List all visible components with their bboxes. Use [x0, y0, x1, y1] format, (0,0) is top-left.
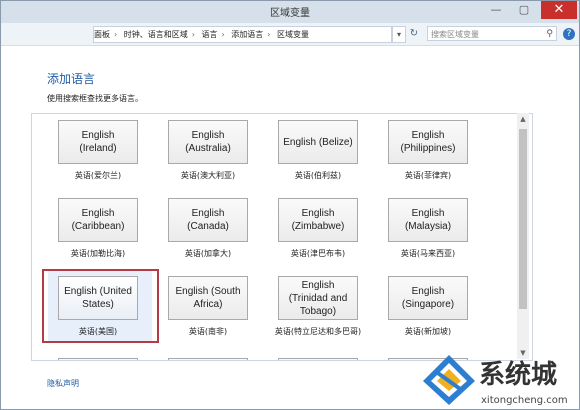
- language-tile[interactable]: English (Malaysia) 英语(马来西亚): [378, 192, 482, 264]
- breadcrumb-item[interactable]: 添加语言: [231, 30, 263, 39]
- breadcrumb-separator: ›: [267, 30, 271, 39]
- vertical-scrollbar[interactable]: ▲ ▼: [517, 113, 529, 359]
- language-tile-label[interactable]: English (Belize): [278, 120, 358, 164]
- language-tile-face[interactable]: [58, 358, 138, 360]
- language-tile-label[interactable]: English (South Africa): [168, 276, 248, 320]
- language-tile[interactable]: English (Zimbabwe) 英语(津巴布韦): [268, 192, 372, 264]
- language-tile-face[interactable]: [168, 358, 248, 360]
- breadcrumb-item[interactable]: 面板: [94, 30, 110, 39]
- watermark-logo: 系统城 xitongcheng.com: [419, 351, 579, 409]
- language-tile-caption: 英语(南非): [188, 327, 228, 336]
- search-icon[interactable]: ⚲: [546, 27, 553, 42]
- breadcrumb-separator: ›: [191, 30, 195, 39]
- language-tile-caption: 英语(菲律宾): [404, 171, 452, 180]
- selection-highlight: [42, 269, 159, 343]
- watermark-logo-icon: [423, 355, 475, 405]
- language-tile[interactable]: English (Belize) 英语(伯利兹): [268, 114, 372, 186]
- language-tile-label[interactable]: English (Zimbabwe): [278, 198, 358, 242]
- search-placeholder: 搜索区域变量: [431, 30, 479, 39]
- language-tile-caption: 英语(伯利兹): [294, 171, 342, 180]
- watermark-wordmark: 系统城 xitongcheng.com: [479, 359, 568, 406]
- language-tile-label[interactable]: English (Malaysia): [388, 198, 468, 242]
- svg-text:xitongcheng.com: xitongcheng.com: [481, 395, 568, 406]
- language-tile-partial[interactable]: [158, 352, 262, 360]
- breadcrumb-separator: ›: [221, 30, 225, 39]
- privacy-statement-link[interactable]: 隐私声明: [47, 378, 79, 389]
- language-tile-caption: 英语(爱尔兰): [74, 171, 122, 180]
- language-tile-label[interactable]: English (Caribbean): [58, 198, 138, 242]
- language-tile-caption: 英语(澳大利亚): [180, 171, 236, 180]
- language-tile-caption: 英语(新加坡): [404, 327, 452, 336]
- language-tile[interactable]: English (Singapore) 英语(新加坡): [378, 270, 482, 342]
- breadcrumb-item[interactable]: 时钟、语言和区域: [124, 30, 188, 39]
- breadcrumb-item[interactable]: 语言: [202, 30, 218, 39]
- address-history-dropdown[interactable]: ▾: [392, 26, 406, 43]
- maximize-button[interactable]: ▢: [511, 1, 537, 19]
- language-tile[interactable]: English (Philippines) 英语(菲律宾): [378, 114, 482, 186]
- svg-text:系统城: 系统城: [479, 359, 557, 390]
- refresh-icon[interactable]: ↻: [407, 26, 421, 41]
- language-tile-caption: 英语(津巴布韦): [290, 249, 346, 258]
- language-tile[interactable]: English (Canada) 英语(加拿大): [158, 192, 262, 264]
- language-tile-partial[interactable]: [268, 352, 372, 360]
- language-tile-partial[interactable]: [48, 352, 152, 360]
- language-tile-label[interactable]: English (Singapore): [388, 276, 468, 320]
- language-tile-caption: 英语(马来西亚): [400, 249, 456, 258]
- close-button[interactable]: ✕: [541, 1, 577, 19]
- language-tile[interactable]: English (Ireland) 英语(爱尔兰): [48, 114, 152, 186]
- scrollbar-thumb[interactable]: [519, 129, 527, 309]
- language-tile-label[interactable]: English (Australia): [168, 120, 248, 164]
- language-tile-label[interactable]: English (Trinidad and Tobago): [278, 276, 358, 320]
- language-tile-label[interactable]: English (Ireland): [58, 120, 138, 164]
- search-input[interactable]: 搜索区域变量 ⚲: [427, 26, 557, 41]
- language-tile-caption: 英语(加勒比海): [70, 249, 126, 258]
- language-tile[interactable]: English (Australia) 英语(澳大利亚): [158, 114, 262, 186]
- help-icon[interactable]: ?: [563, 28, 575, 40]
- title-bar: 区域变量 — ▢ ✕: [1, 1, 579, 23]
- address-bar: 面板 › 时钟、语言和区域 › 语言 › 添加语言 › 区域变量 ▾ ↻ 搜索区域变量 …: [1, 23, 579, 46]
- language-tile-caption: 英语(加拿大): [184, 249, 232, 258]
- language-tile-caption: 英语(特立尼达和多巴哥): [274, 327, 362, 336]
- language-tile-face[interactable]: [278, 358, 358, 360]
- breadcrumb[interactable]: 面板 › 时钟、语言和区域 › 语言 › 添加语言 › 区域变量: [93, 26, 392, 43]
- language-tile[interactable]: English (Trinidad and Tobago) 英语(特立尼达和多巴…: [268, 270, 372, 342]
- breadcrumb-separator: ›: [114, 30, 118, 39]
- scroll-up-icon[interactable]: ▲: [517, 115, 529, 123]
- language-tile[interactable]: English (Caribbean) 英语(加勒比海): [48, 192, 152, 264]
- breadcrumb-item[interactable]: 区域变量: [277, 30, 309, 39]
- page-subtitle: 使用搜索框查找更多语言。: [47, 94, 143, 103]
- language-tile-label[interactable]: English (Canada): [168, 198, 248, 242]
- page-title: 添加语言: [47, 72, 96, 86]
- region-variants-window: 区域变量 — ▢ ✕ 面板 › 时钟、语言和区域 › 语言 › 添加语言 › 区域变量 …: [0, 0, 580, 410]
- minimize-button[interactable]: —: [483, 1, 509, 19]
- language-tile[interactable]: English (South Africa) 英语(南非): [158, 270, 262, 342]
- language-tile-label[interactable]: English (Philippines): [388, 120, 468, 164]
